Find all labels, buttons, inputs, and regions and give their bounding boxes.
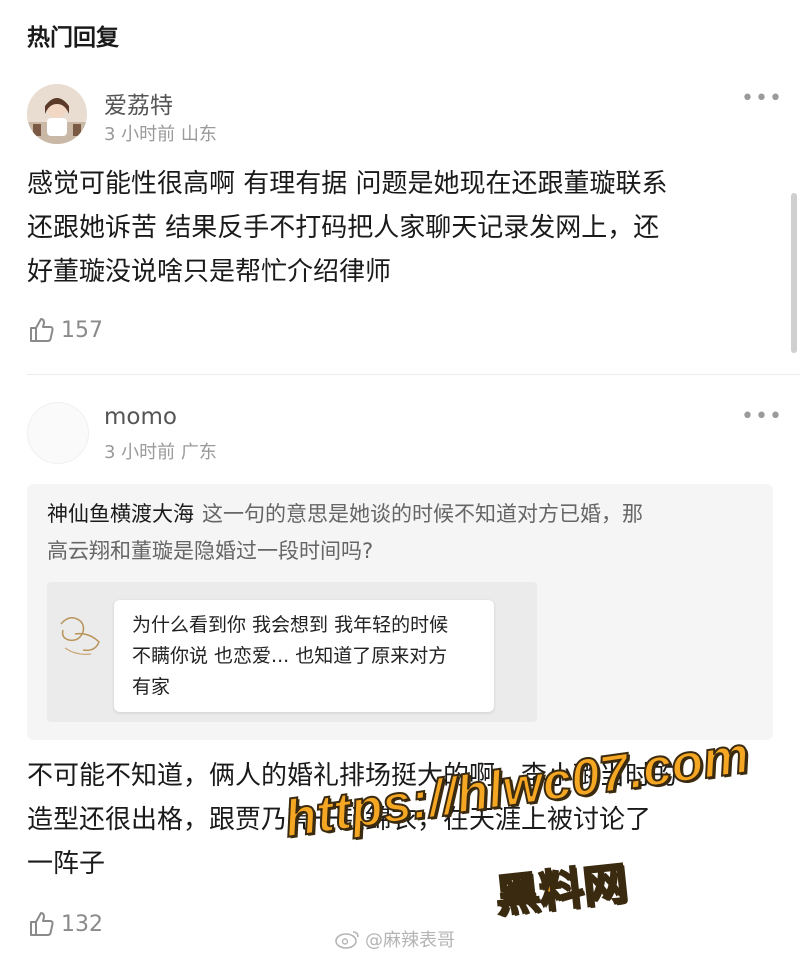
comment-meta: 3 小时前 山东 — [104, 120, 217, 146]
comment-line: 感觉可能性很高啊 有理有据 问题是她现在还跟董璇联系 — [27, 169, 668, 199]
comment-location: 山东 — [180, 124, 217, 145]
credit-name: @麻辣表哥 — [365, 930, 455, 951]
more-options-icon[interactable]: ••• — [741, 86, 783, 111]
section-title: 热门回复 — [27, 25, 119, 51]
like-count: 157 — [61, 317, 103, 343]
more-options-icon[interactable]: ••• — [741, 404, 783, 429]
chat-line: 为什么看到你 我会想到 我年轻的时候 — [132, 614, 449, 636]
comment-line: 造型还很出格，跟贾乃亮一起錦衣，在天涯上被讨论了 — [27, 805, 652, 835]
like-count: 132 — [61, 911, 103, 937]
weibo-logo-icon — [335, 931, 359, 949]
quote-line: 高云翔和董璇是隐婚过一段时间吗? — [47, 539, 374, 563]
thumbs-up-icon — [30, 318, 54, 342]
avatar-photo-icon — [27, 84, 87, 144]
comment-meta: 3 小时前 广东 — [104, 438, 217, 464]
chat-screenshot-image[interactable]: 为什么看到你 我会想到 我年轻的时候 不瞒你说 也恋爱... 也知道了原来对方 … — [47, 582, 537, 722]
comment-line: 不可能不知道，俩人的婚礼排场挺大的啊，李小璐当时的 — [27, 761, 678, 791]
thumbs-up-icon — [30, 912, 54, 936]
chat-bubble: 为什么看到你 我会想到 我年轻的时候 不瞒你说 也恋爱... 也知道了原来对方 … — [114, 600, 494, 712]
chat-bubble-text: 为什么看到你 我会想到 我年轻的时候 不瞒你说 也恋爱... 也知道了原来对方 … — [132, 610, 482, 703]
sketch-drawing-icon — [60, 617, 100, 655]
weibo-credit: @麻辣表哥 — [335, 926, 455, 952]
scrollbar[interactable] — [791, 193, 797, 353]
quote-line: 这一句的意思是她谈的时候不知道对方已婚，那 — [202, 502, 643, 526]
divider — [27, 374, 800, 375]
quoted-reply[interactable]: 神仙鱼横渡大海 这一句的意思是她谈的时候不知道对方已婚，那 高云翔和董璇是隐婚过一… — [27, 484, 773, 740]
comment-time: 3 小时前 — [104, 124, 176, 145]
quoted-reply-text: 神仙鱼横渡大海 这一句的意思是她谈的时候不知道对方已婚，那 高云翔和董璇是隐婚过一… — [47, 496, 747, 570]
comment-body: 感觉可能性很高啊 有理有据 问题是她现在还跟董璇联系 还跟她诉苦 结果反手不打码… — [27, 162, 773, 294]
comment-line: 一阵子 — [27, 849, 106, 879]
quote-author[interactable]: 神仙鱼横渡大海 — [47, 502, 194, 526]
comment-time: 3 小时前 — [104, 442, 176, 463]
chat-line: 不瞒你说 也恋爱... 也知道了原来对方 — [132, 645, 448, 667]
comment-location: 广东 — [180, 442, 217, 463]
username[interactable]: momo — [104, 404, 177, 430]
comment-line: 好董璇没说啥只是帮忙介绍律师 — [27, 257, 392, 287]
username[interactable]: 爱荔特 — [104, 86, 173, 120]
avatar[interactable] — [27, 84, 87, 144]
like-button[interactable]: 132 — [27, 910, 103, 938]
avatar[interactable] — [27, 402, 89, 464]
comment-page: 热门回复 爱荔特 3 小时前 山东 ••• 感觉可能性很高啊 有理有据 问题是她… — [0, 0, 800, 957]
chat-line: 有家 — [132, 676, 171, 698]
like-button[interactable]: 157 — [27, 316, 103, 344]
comment-body: 不可能不知道，俩人的婚礼排场挺大的啊，李小璐当时的 造型还很出格，跟贾乃亮一起錦… — [27, 754, 773, 886]
comment-line: 还跟她诉苦 结果反手不打码把人家聊天记录发网上，还 — [27, 213, 660, 243]
